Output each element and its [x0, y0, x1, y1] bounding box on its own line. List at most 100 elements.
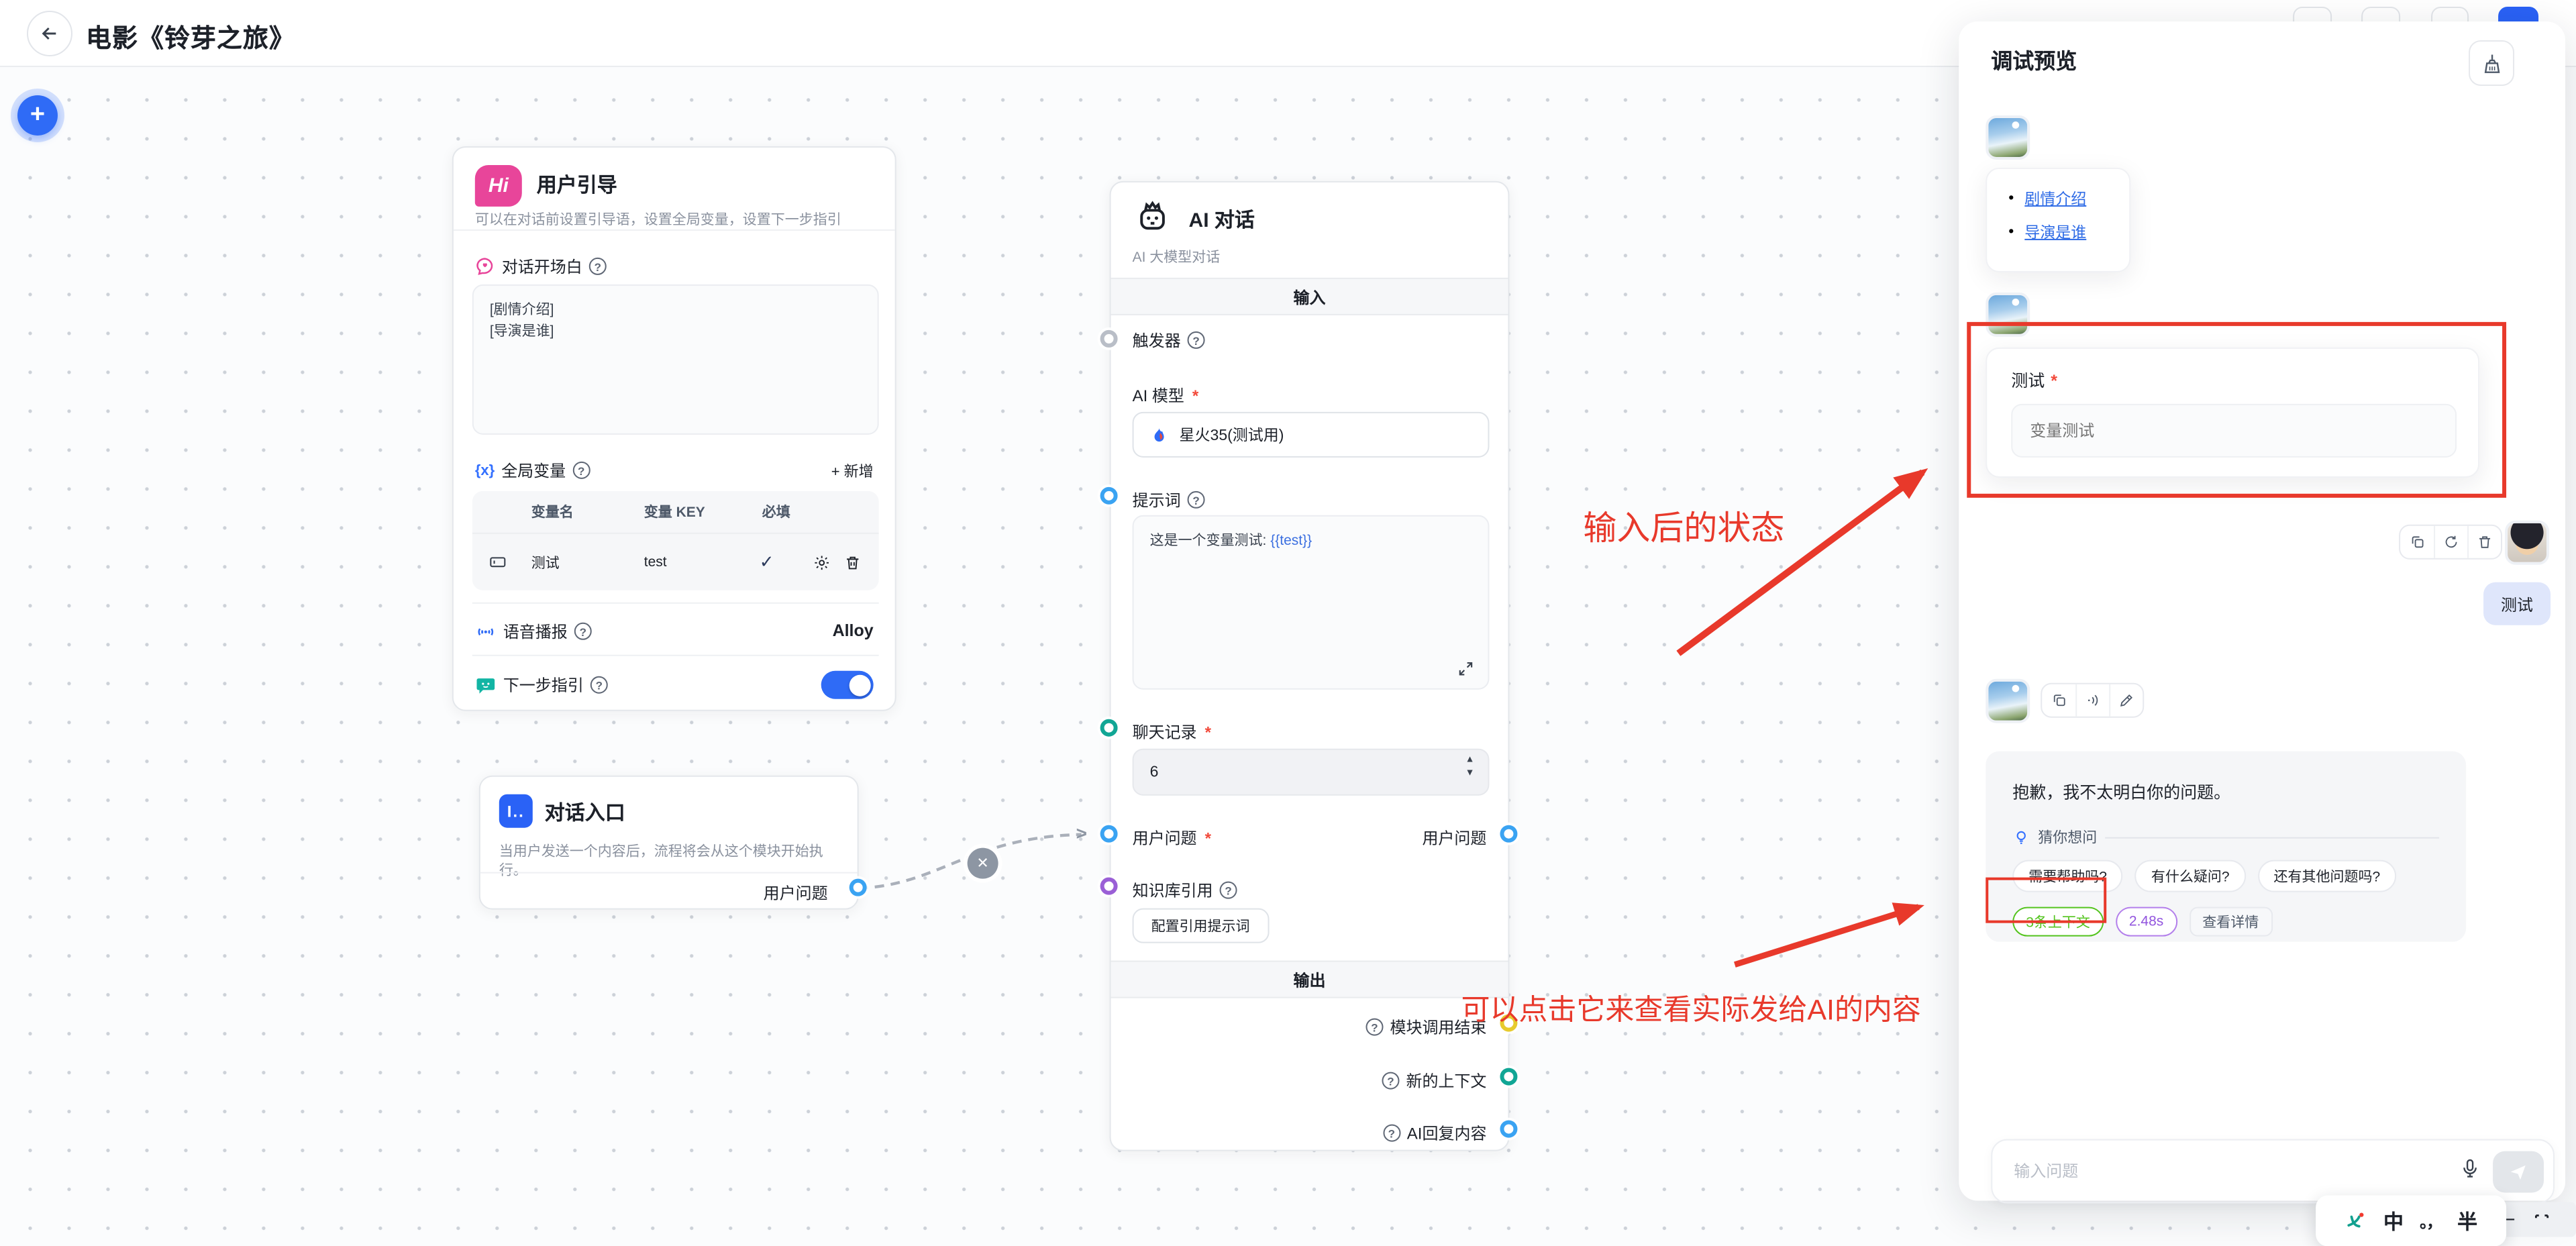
user-message-bubble: 测试 — [2483, 582, 2551, 625]
entry-icon: I.. — [499, 794, 533, 828]
prompt-variable: {{test}} — [1270, 533, 1312, 549]
node-subtitle: 可以在对话前设置引导语，设置全局变量，设置下一步指引 — [475, 211, 878, 229]
help-icon[interactable]: ? — [574, 623, 592, 640]
text-field-icon — [488, 553, 507, 572]
add-node-button[interactable]: + — [17, 95, 58, 136]
help-icon[interactable]: ? — [1366, 1019, 1383, 1036]
node-user-guide[interactable]: Hi 用户引导 可以在对话前设置引导语，设置全局变量，设置下一步指引 对话开场白… — [452, 146, 896, 711]
required-mark: * — [1192, 386, 1198, 405]
col-header: 变量 KEY — [644, 502, 762, 522]
fit-view-icon[interactable] — [2533, 1211, 2551, 1229]
opening-message-bubble: • 剧情介绍 • 导演是谁 — [1986, 168, 2130, 272]
bullet-icon: • — [2008, 191, 2014, 207]
model-select[interactable]: 星火35(测试用) — [1133, 412, 1490, 458]
opener-label: 对话开场白 — [502, 255, 582, 278]
help-icon[interactable]: ? — [1188, 491, 1205, 509]
table-row: 测试 test ✓ — [472, 534, 879, 590]
bot-avatar — [1986, 115, 2030, 160]
input-section-header: 输入 — [1111, 278, 1508, 315]
trash-icon[interactable] — [2467, 526, 2501, 558]
port-new-context[interactable] — [1500, 1068, 1517, 1086]
history-input[interactable]: 6 ▲ ▼ — [1133, 749, 1490, 796]
col-header: 必填 — [762, 502, 790, 522]
entry-output-label: 用户问题 — [764, 882, 828, 904]
node-subtitle: 当用户发送一个内容后，流程将会从这个模块开始执行。 — [499, 843, 845, 881]
node-entry[interactable]: I.. 对话入口 当用户发送一个内容后，流程将会从这个模块开始执行。 用户问题 — [479, 776, 859, 910]
stepper-down-icon[interactable]: ▼ — [1465, 769, 1475, 778]
help-icon[interactable]: ? — [589, 258, 607, 275]
send-button[interactable] — [2493, 1151, 2544, 1193]
latency-tag: 2.48s — [2116, 907, 2177, 937]
gear-icon[interactable] — [813, 554, 831, 571]
robot-icon — [1133, 199, 1173, 236]
annotation-note-1: 输入后的状态 — [1583, 502, 1784, 550]
next-step-toggle[interactable] — [821, 671, 874, 699]
expand-icon[interactable] — [1457, 660, 1474, 678]
clear-chat-button[interactable] — [2469, 40, 2514, 86]
chat-input-box — [1991, 1139, 2555, 1204]
suggestion-chip[interactable]: 有什么疑问? — [2135, 860, 2246, 892]
annotation-box-context-tag — [1986, 878, 2106, 923]
voice-broadcast-icon — [475, 621, 497, 642]
opener-heart-bubble-icon — [475, 256, 495, 276]
port-ai-reply[interactable] — [1500, 1121, 1517, 1138]
back-button[interactable] — [27, 11, 72, 56]
opening-link[interactable]: 导演是谁 — [2024, 221, 2086, 243]
history-label: 聊天记录 — [1133, 721, 1197, 743]
delete-edge-button[interactable]: ✕ — [968, 848, 998, 879]
guess-label: 猜你想问 — [2038, 827, 2097, 848]
add-variable-button[interactable]: + 新增 — [831, 460, 874, 482]
port-question-out[interactable] — [1500, 825, 1517, 843]
retry-icon[interactable] — [2434, 526, 2467, 558]
edge-arrow-icon: > — [1076, 823, 1087, 844]
stepper-up-icon[interactable]: ▲ — [1465, 756, 1475, 765]
workflow-editor: ✕ > + Hi 用户引导 可以在对话前设置引导语，设置全局变量，设置下一步指引… — [0, 0, 2576, 1246]
bot-message-toolbar — [2041, 683, 2144, 718]
port-question-in[interactable] — [1100, 825, 1118, 843]
opener-textarea[interactable]: [剧情介绍] [导演是谁] — [472, 284, 879, 435]
port-history[interactable] — [1100, 719, 1118, 737]
question-out-label: 用户问题 — [1422, 827, 1486, 849]
opening-link[interactable]: 剧情介绍 — [2024, 188, 2086, 209]
page-title: 电影《铃芽之旅》 — [86, 19, 295, 55]
prompt-text: 这是一个变量测试: — [1150, 533, 1271, 549]
bullet-icon: • — [2008, 224, 2014, 240]
port-prompt[interactable] — [1100, 487, 1118, 505]
ime-width[interactable]: 半 — [2457, 1207, 2477, 1235]
port-kb[interactable] — [1100, 878, 1118, 895]
ime-punctuation[interactable]: 。， — [2420, 1210, 2441, 1233]
node-ai-dialog[interactable]: AI 对话 AI 大模型对话 输入 触发器 ? AI 模型 * 星火35(测试用… — [1110, 181, 1510, 1151]
copy-icon[interactable] — [2400, 526, 2434, 558]
kb-config-button[interactable]: 配置引用提示词 — [1133, 908, 1269, 943]
trigger-label: 触发器 — [1133, 329, 1181, 352]
help-icon[interactable]: ? — [590, 676, 608, 694]
prompt-textarea[interactable]: 这是一个变量测试: {{test}} — [1133, 515, 1490, 690]
ime-logo-icon — [2345, 1210, 2367, 1233]
ime-mode[interactable]: 中 — [2383, 1207, 2404, 1235]
output-label: 新的上下文 — [1406, 1070, 1486, 1092]
port-entry-user-question[interactable] — [849, 879, 867, 896]
port-trigger[interactable] — [1100, 330, 1118, 348]
question-label: 用户问题 — [1133, 827, 1197, 849]
edit-icon[interactable] — [2109, 684, 2143, 717]
help-icon[interactable]: ? — [1383, 1125, 1400, 1142]
help-icon[interactable]: ? — [572, 462, 590, 479]
trash-icon[interactable] — [844, 554, 862, 571]
node-title: 用户引导 — [537, 165, 874, 199]
help-icon[interactable]: ? — [1220, 882, 1237, 899]
node-subtitle: AI 大模型对话 — [1133, 248, 1221, 267]
help-icon[interactable]: ? — [1188, 331, 1205, 349]
spark-flame-icon — [1150, 425, 1169, 445]
view-detail-button[interactable]: 查看详情 — [2189, 907, 2272, 937]
bot-avatar — [1986, 679, 2030, 723]
copy-icon[interactable] — [2042, 684, 2075, 717]
suggestion-chip[interactable]: 还有其他问题吗? — [2258, 860, 2397, 892]
voice-value[interactable]: Alloy — [833, 621, 874, 640]
required-check-icon: ✓ — [760, 552, 813, 573]
speaker-icon[interactable] — [2075, 684, 2109, 717]
chat-input[interactable] — [2014, 1141, 2376, 1202]
voice-label: 语音播报 — [503, 620, 568, 643]
microphone-icon[interactable] — [2459, 1158, 2481, 1180]
output-label: AI回复内容 — [1407, 1122, 1487, 1145]
help-icon[interactable]: ? — [1382, 1072, 1399, 1090]
